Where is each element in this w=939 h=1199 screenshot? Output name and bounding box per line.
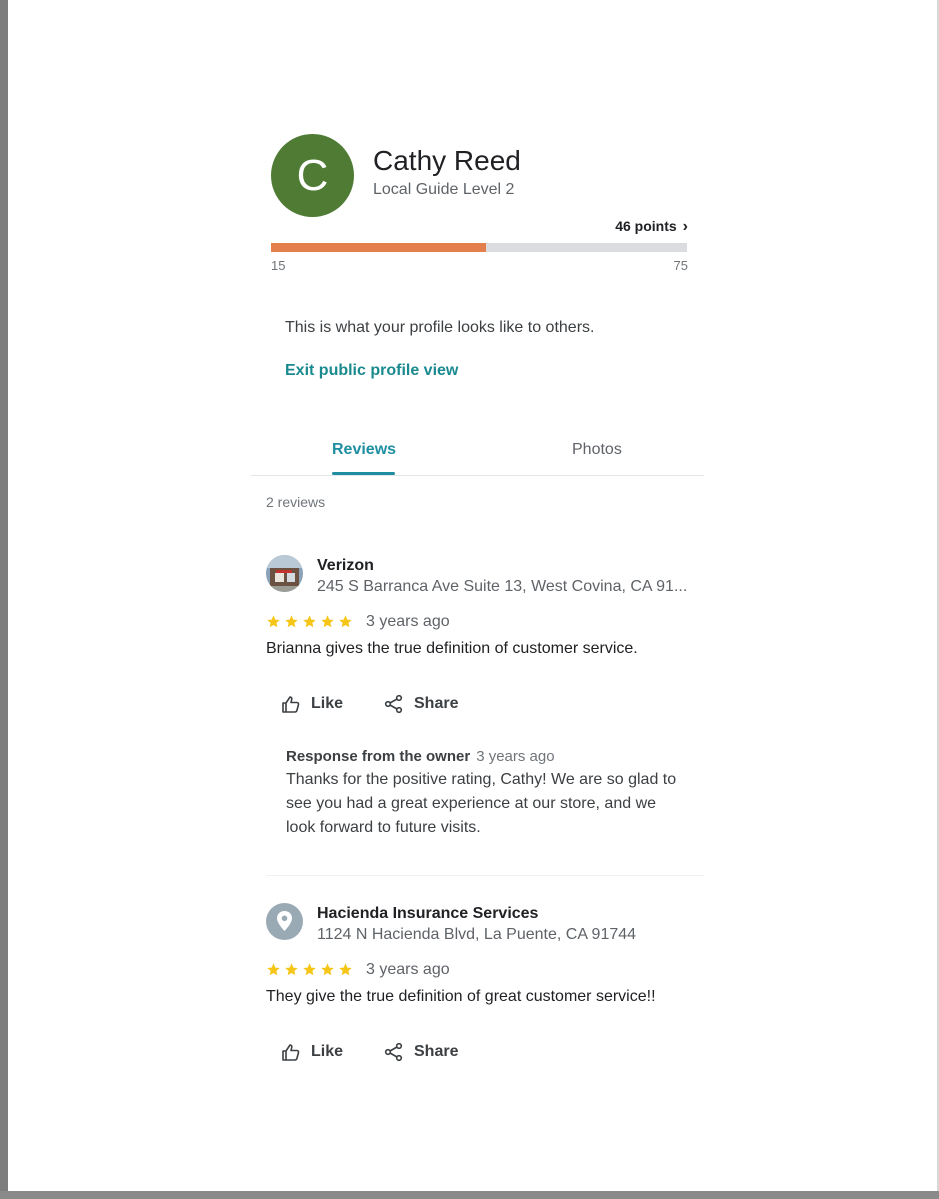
share-icon <box>384 694 403 714</box>
like-button[interactable]: Like <box>281 694 343 714</box>
scan-edge-left <box>0 0 8 1199</box>
like-button[interactable]: Like <box>281 1042 343 1062</box>
share-button[interactable]: Share <box>384 694 458 714</box>
local-guide-level: Local Guide Level 2 <box>373 181 515 198</box>
public-view-notice: This is what your profile looks like to … <box>285 319 595 336</box>
profile-name: Cathy Reed <box>373 145 521 176</box>
share-button[interactable]: Share <box>384 1042 458 1062</box>
exit-public-profile-link[interactable]: Exit public profile view <box>285 362 458 380</box>
level-progress-bar <box>271 243 687 252</box>
review-date: 3 years ago <box>366 961 450 978</box>
star-icon <box>321 963 334 976</box>
level-progress-fill <box>271 243 486 252</box>
avatar: C <box>271 134 354 217</box>
share-label: Share <box>414 1043 459 1060</box>
place-name[interactable]: Verizon <box>317 557 374 575</box>
thumbs-up-icon <box>282 1044 300 1061</box>
tab-photos[interactable]: Photos <box>572 441 622 459</box>
star-icon <box>339 615 352 628</box>
review-date: 3 years ago <box>366 613 450 630</box>
review-count: 2 reviews <box>266 494 326 510</box>
place-photo[interactable] <box>266 555 303 592</box>
like-label: Like <box>311 695 344 712</box>
star-icon <box>285 615 298 628</box>
star-icon <box>321 615 334 628</box>
points-label: 46 points <box>615 218 677 234</box>
star-icon <box>267 963 280 976</box>
star-icon <box>339 963 352 976</box>
review-divider <box>266 875 704 876</box>
star-rating <box>266 962 353 977</box>
tab-divider <box>251 475 704 476</box>
star-icon <box>303 963 316 976</box>
thumbs-up-icon <box>282 696 300 713</box>
star-icon <box>267 615 280 628</box>
star-icon <box>285 963 298 976</box>
star-rating <box>266 614 353 629</box>
place-name[interactable]: Hacienda Insurance Services <box>317 905 538 923</box>
progress-max-label: 75 <box>673 258 688 273</box>
review-text: They give the true definition of great c… <box>266 988 656 1005</box>
points-link[interactable]: 46 points › <box>520 218 688 236</box>
owner-response: Response from the owner 3 years ago Thank… <box>286 748 686 840</box>
star-icon <box>303 615 316 628</box>
tab-reviews[interactable]: Reviews <box>332 441 396 459</box>
place-address: 1124 N Hacienda Blvd, La Puente, CA 9174… <box>317 926 637 943</box>
scan-edge-bottom <box>0 1191 939 1199</box>
owner-response-title: Response from the owner <box>286 748 471 765</box>
location-pin-icon <box>277 911 292 931</box>
progress-min-label: 15 <box>271 258 286 273</box>
owner-response-date: 3 years ago <box>476 748 555 765</box>
place-icon[interactable] <box>266 903 303 940</box>
review-text: Brianna gives the true definition of cus… <box>266 640 638 657</box>
like-label: Like <box>311 1043 344 1060</box>
share-label: Share <box>414 695 459 712</box>
share-icon <box>384 1042 403 1062</box>
chevron-right-icon: › <box>682 218 688 235</box>
place-address: 245 S Barranca Ave Suite 13, West Covina… <box>317 578 688 595</box>
owner-response-text: Thanks for the positive rating, Cathy! W… <box>286 771 677 836</box>
